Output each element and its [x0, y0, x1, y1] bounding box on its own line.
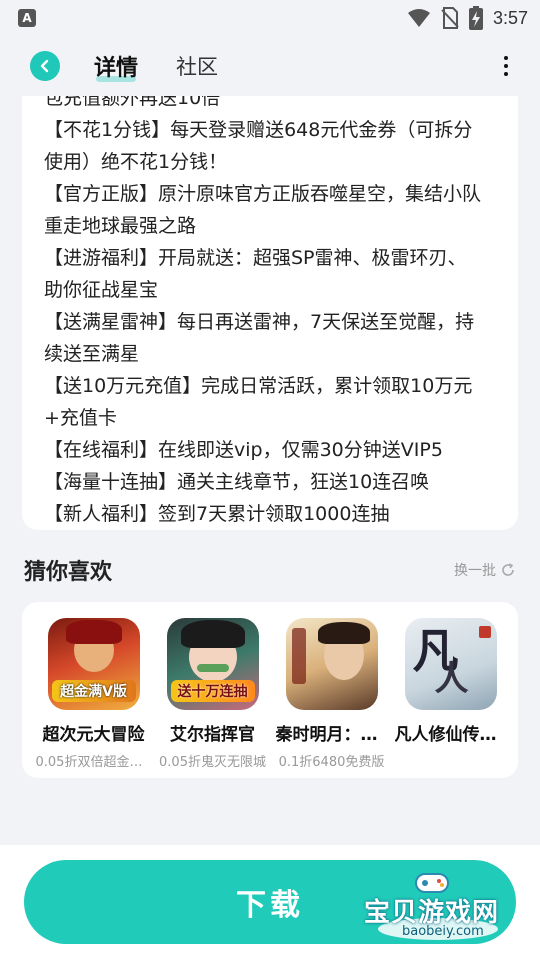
game-icon-banner: 超金满V版 [51, 680, 136, 702]
section-title: 猜你喜欢 [24, 560, 113, 585]
tab-community[interactable]: 社区 [176, 51, 218, 81]
refresh-icon [502, 563, 514, 576]
game-icon: 超金满V版 [47, 618, 140, 710]
description-line: 【不花1分钱】每天登录赠送648元代金券（可拆分 [44, 119, 473, 141]
game-name: 凡人修仙传：人界篇 [394, 725, 507, 745]
description-line: 【新人福利】签到7天累计领取1000连抽 [44, 503, 390, 525]
game-item[interactable]: 凡 人 凡人修仙传：人界篇 [391, 618, 510, 770]
game-item[interactable]: 超金满V版 超次元大冒险 0.05折双倍超金满V版 [34, 618, 153, 770]
refresh-button[interactable]: 换一批 [454, 560, 516, 580]
refresh-label: 换一批 [454, 563, 496, 579]
game-subtitle: 0.1折6480免费版 [278, 755, 385, 770]
more-vertical-icon [504, 56, 508, 60]
game-item[interactable]: 送十万连抽 艾尔指挥官 0.05折鬼灭无限城 [153, 618, 272, 770]
watermark-logo: 宝贝游戏网 baobeiy.com [362, 866, 512, 946]
description-line: 【官方正版】原汁原味官方正版吞噬星空，集结小队 [44, 183, 482, 205]
recommend-card: 超金满V版 超次元大冒险 0.05折双倍超金满V版 送十万连抽 艾尔指挥官 0.… [22, 602, 518, 778]
game-icon: 凡 人 [404, 618, 497, 710]
status-bar: A 3:57 [0, 0, 540, 36]
game-icon [285, 618, 378, 710]
game-name: 秦时明月：沧海 [275, 725, 388, 745]
game-name: 艾尔指挥官 [170, 725, 255, 745]
description-line: 【送满星雷神】每日再送雷神，7天保送至觉醒，持 [44, 311, 475, 333]
game-icon-banner: 送十万连抽 [170, 680, 255, 702]
description-line: 重走地球最强之路 [44, 215, 197, 237]
game-name: 超次元大冒险 [42, 725, 145, 745]
game-icon: 送十万连抽 [166, 618, 259, 710]
description-text: 包充值额外再送10倍 【不花1分钱】每天登录赠送648元代金券（可拆分 使用）绝不花… [44, 82, 504, 530]
notification-app-icon: A [18, 9, 36, 27]
description-line: 续送至满星 [44, 343, 140, 365]
game-subtitle: 0.05折双倍超金满V版 [35, 755, 152, 770]
description-line: 使用）绝不花1分钱！ [44, 151, 228, 173]
top-nav: 详情 社区 [0, 36, 540, 96]
battery-charging-icon [468, 6, 483, 30]
description-line: 助你征战星宝 [44, 279, 159, 301]
game-subtitle: 0.05折鬼灭无限城 [159, 755, 266, 770]
chevron-left-icon [40, 59, 49, 73]
tab-details[interactable]: 详情 [94, 50, 138, 82]
more-button[interactable] [498, 52, 514, 80]
back-button[interactable] [30, 51, 60, 81]
description-line: 【进游福利】开局就送：超强SP雷神、极雷环刃、 [44, 247, 467, 269]
no-sim-icon [441, 7, 459, 29]
description-line: 【送10万元充值】完成日常活跃，累计领取10万元 [44, 375, 473, 397]
description-card: 包充值额外再送10倍 【不花1分钱】每天登录赠送648元代金券（可拆分 使用）绝不花… [22, 72, 518, 530]
game-item[interactable]: 秦时明月：沧海 0.1折6480免费版 [272, 618, 391, 770]
description-line: 【海量十连抽】通关主线章节，狂送10连召唤 [44, 471, 430, 493]
description-line: 【在线福利】在线即送vip，仅需30分钟送VIP5 [44, 439, 443, 461]
description-line: +充值卡 [44, 407, 117, 429]
watermark-url: baobeiy.com [402, 924, 484, 939]
clock: 3:57 [492, 7, 528, 28]
wifi-icon [407, 9, 430, 27]
